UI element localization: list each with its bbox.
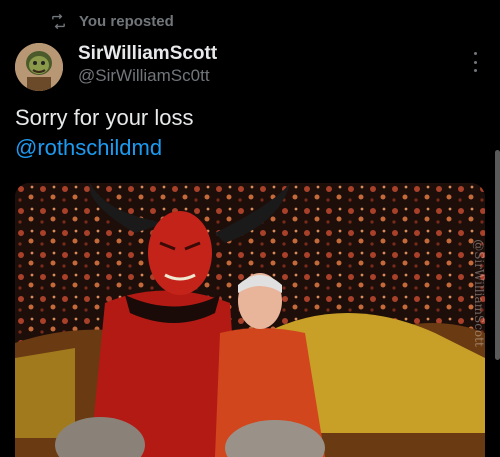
mention-link[interactable]: @rothschildmd: [15, 133, 194, 163]
tweet-text: Sorry for your loss: [15, 105, 194, 130]
repost-icon: [52, 13, 65, 30]
author-handle[interactable]: @SirWilliamSc0tt: [78, 65, 217, 87]
tweet-body: Sorry for your loss @rothschildmd: [15, 103, 194, 163]
watermark-text: @SirWilliamScott: [472, 239, 485, 347]
more-dot: [473, 52, 477, 55]
image-content: @SirWilliamScott: [15, 183, 485, 457]
tweet-image[interactable]: @SirWilliamScott: [15, 183, 485, 457]
repost-indicator: You reposted: [50, 13, 174, 30]
more-dot: [473, 60, 477, 64]
more-dot: [473, 69, 477, 72]
display-name[interactable]: SirWilliamScott: [78, 43, 217, 65]
scrollbar[interactable]: [495, 150, 500, 360]
author-info[interactable]: SirWilliamScott @SirWilliamSc0tt: [78, 43, 217, 87]
more-options-button[interactable]: [468, 52, 482, 72]
avatar[interactable]: [15, 43, 63, 91]
repost-label: You reposted: [79, 13, 174, 30]
